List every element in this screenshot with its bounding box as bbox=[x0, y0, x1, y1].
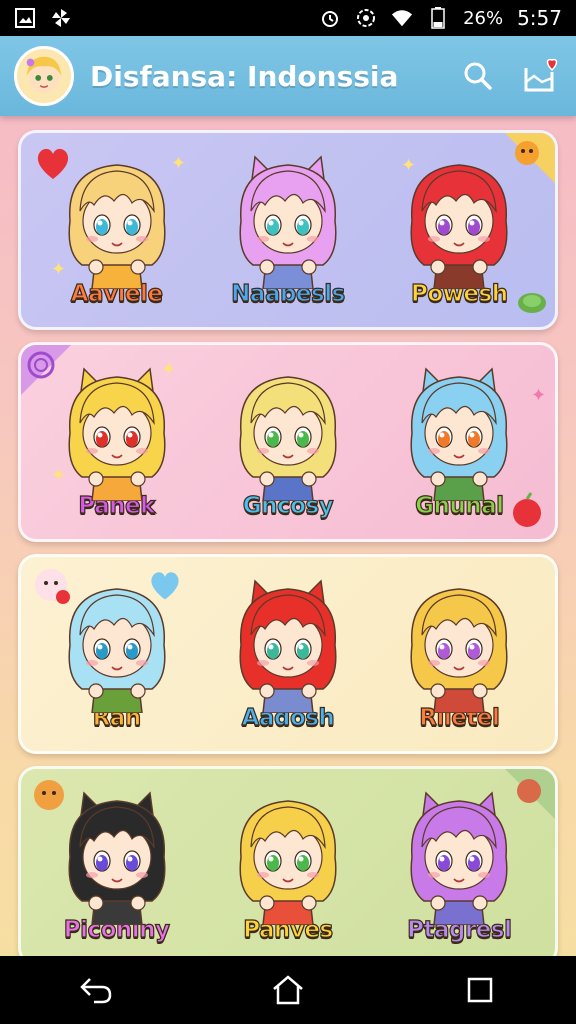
app-bar: Disfansa: Indonssia bbox=[0, 36, 576, 116]
character-tile[interactable]: Ptagresl bbox=[379, 785, 539, 944]
character-portrait bbox=[410, 367, 508, 501]
character-card-row: ✦ ✦ ✦ Aavlele Naabesls Powesh bbox=[18, 130, 558, 330]
data-saver-icon bbox=[355, 7, 377, 29]
character-card-row: ✦ ✦ ✦ Pahek Gncosy Ghunal bbox=[18, 342, 558, 542]
character-portrait bbox=[410, 164, 508, 289]
character-card-row: Ran Aadosh Rlietel bbox=[18, 554, 558, 754]
status-bar: 26% 5:57 bbox=[0, 0, 576, 36]
back-icon bbox=[80, 978, 112, 1004]
alarm-icon bbox=[319, 7, 341, 29]
recents-icon bbox=[467, 977, 493, 1003]
clock: 5:57 bbox=[517, 6, 562, 30]
battery-icon bbox=[427, 7, 449, 29]
character-card-row: Piconiny Panves Ptagresl bbox=[18, 766, 558, 956]
character-portrait bbox=[68, 588, 166, 713]
status-right: 26% 5:57 bbox=[319, 6, 562, 30]
character-portrait bbox=[239, 579, 337, 713]
favorites-icon bbox=[524, 58, 558, 92]
character-tile[interactable]: Panves bbox=[208, 785, 368, 944]
character-portrait bbox=[239, 800, 337, 925]
character-tile[interactable]: Pahek bbox=[37, 361, 197, 520]
character-portrait bbox=[68, 367, 166, 501]
status-left bbox=[14, 7, 72, 29]
character-tile[interactable]: Ran bbox=[37, 573, 197, 732]
character-tile[interactable]: Ghunal bbox=[379, 361, 539, 520]
battery-percent: 26% bbox=[463, 7, 504, 29]
character-tile[interactable]: Naabesls bbox=[208, 149, 368, 308]
recents-button[interactable] bbox=[450, 960, 510, 1020]
back-button[interactable] bbox=[66, 960, 126, 1020]
favorites-button[interactable] bbox=[522, 56, 562, 96]
navigation-bar bbox=[0, 956, 576, 1024]
character-tile[interactable]: Piconiny bbox=[37, 785, 197, 944]
gallery-icon bbox=[14, 7, 36, 29]
character-portrait bbox=[410, 791, 508, 925]
avatar[interactable] bbox=[14, 46, 74, 106]
character-portrait bbox=[68, 791, 166, 925]
app-actions bbox=[458, 56, 562, 96]
home-icon bbox=[273, 975, 303, 1005]
character-tile[interactable]: Rlietel bbox=[379, 573, 539, 732]
character-grid: ✦ ✦ ✦ Aavlele Naabesls Powesh ✦ ✦ ✦ Pahe… bbox=[0, 116, 576, 956]
character-tile[interactable]: Gncosy bbox=[208, 361, 368, 520]
pinwheel-icon bbox=[50, 7, 72, 29]
character-tile[interactable]: Powesh bbox=[379, 149, 539, 308]
wifi-icon bbox=[391, 7, 413, 29]
character-portrait bbox=[239, 155, 337, 289]
app-title: Disfansa: Indonssia bbox=[90, 59, 399, 93]
character-tile[interactable]: Aavlele bbox=[37, 149, 197, 308]
character-portrait bbox=[239, 376, 337, 501]
character-portrait bbox=[68, 164, 166, 289]
character-portrait bbox=[410, 588, 508, 713]
character-tile[interactable]: Aadosh bbox=[208, 573, 368, 732]
avatar-icon bbox=[26, 56, 62, 94]
home-button[interactable] bbox=[258, 960, 318, 1020]
search-button[interactable] bbox=[458, 56, 498, 96]
search-icon bbox=[464, 62, 492, 90]
